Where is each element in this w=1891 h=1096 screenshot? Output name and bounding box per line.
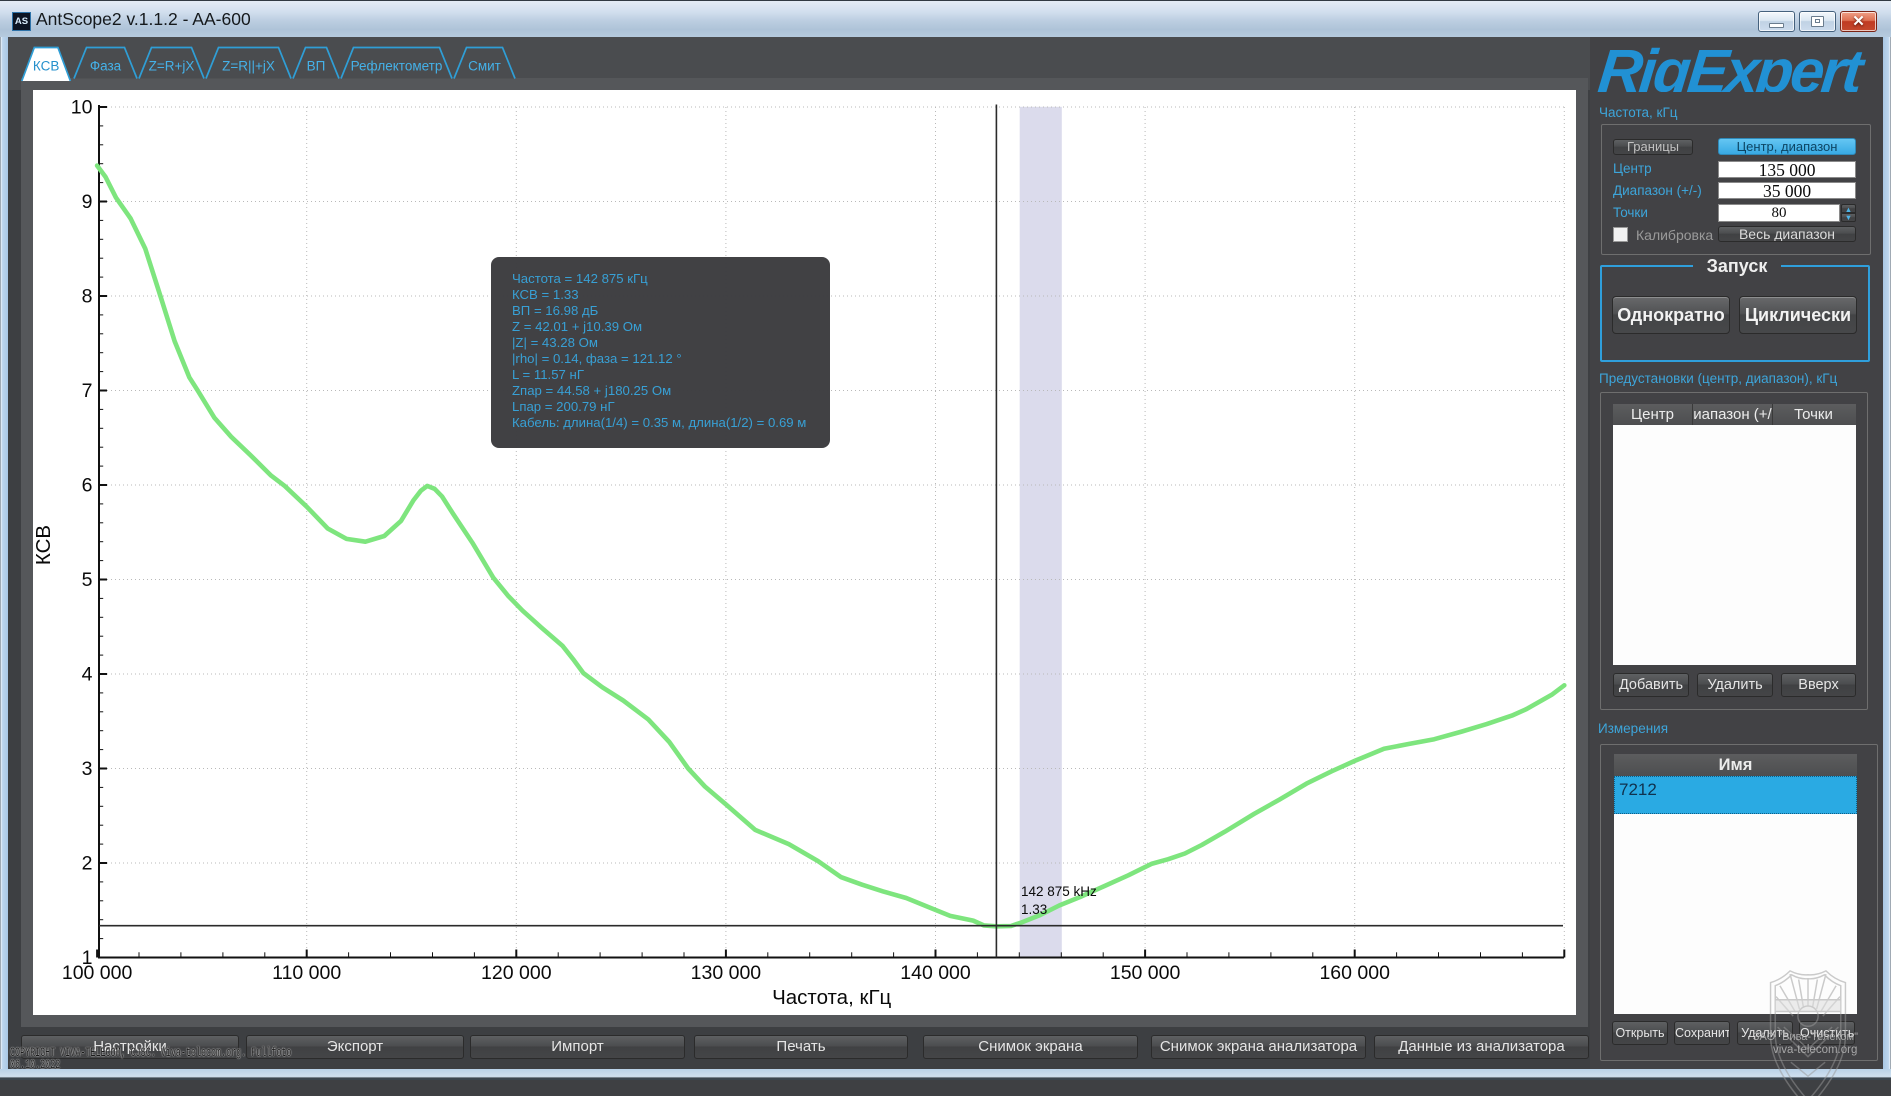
- svg-text:Z=R||+jX: Z=R||+jX: [222, 59, 275, 74]
- svg-text:150 000: 150 000: [1110, 962, 1181, 984]
- svg-text:10: 10: [71, 97, 93, 119]
- svg-text:Фаза: Фаза: [90, 59, 122, 74]
- svg-text:Рефлектометр: Рефлектометр: [351, 59, 443, 74]
- svg-text:120 000: 120 000: [481, 962, 552, 984]
- svg-text:Смит: Смит: [468, 59, 501, 74]
- svg-text:9: 9: [82, 191, 93, 213]
- svg-text:КСВ: КСВ: [33, 525, 55, 565]
- svg-text:ВП: ВП: [307, 59, 326, 74]
- svg-text:2: 2: [82, 853, 93, 875]
- svg-text:5: 5: [82, 569, 93, 591]
- svg-text:100 000: 100 000: [62, 962, 133, 984]
- svg-text:142 875 kHz: 142 875 kHz: [1021, 884, 1097, 899]
- svg-text:1.33: 1.33: [1021, 902, 1047, 917]
- svg-text:4: 4: [82, 664, 93, 686]
- svg-text:Z=R+jX: Z=R+jX: [149, 59, 195, 74]
- svg-text:КСВ: КСВ: [33, 59, 59, 74]
- svg-text:3: 3: [82, 758, 93, 780]
- svg-text:7: 7: [82, 380, 93, 402]
- svg-text:160 000: 160 000: [1319, 962, 1390, 984]
- svg-text:140 000: 140 000: [900, 962, 971, 984]
- svg-text:130 000: 130 000: [691, 962, 762, 984]
- svg-text:6: 6: [82, 475, 93, 497]
- svg-text:Частота, кГц: Частота, кГц: [772, 986, 891, 1009]
- svg-text:8: 8: [82, 286, 93, 308]
- svg-text:110 000: 110 000: [272, 962, 341, 984]
